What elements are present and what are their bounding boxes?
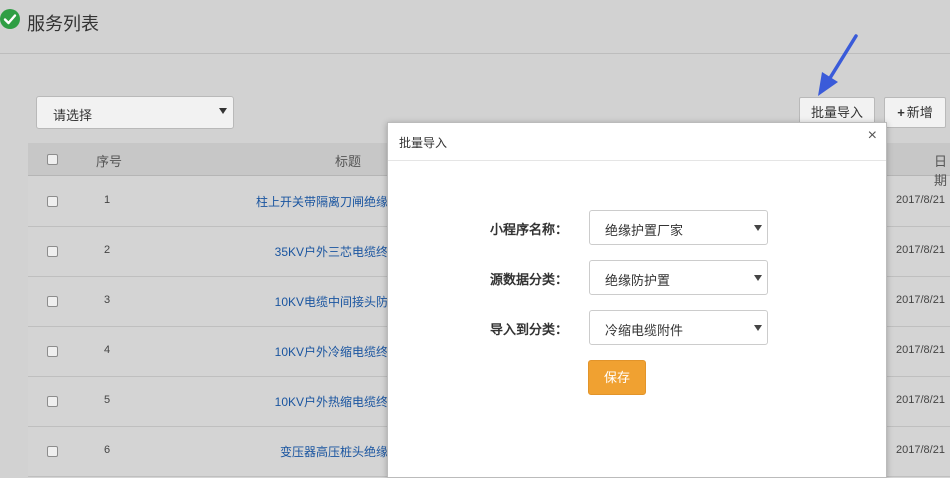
batch-import-modal: 批量导入 × 小程序名称： 绝缘护置厂家 源数据分类： 绝缘防护置 导入到分类：… [387,122,887,478]
row-no: 4 [104,344,111,356]
row-date: 2017/8/21 [896,194,945,206]
row-title-link[interactable]: 35KV户外三芯电缆终 [275,243,388,260]
row-checkbox[interactable] [47,196,58,207]
row-no: 2 [104,244,111,256]
target-category-label: 导入到分类： [489,322,568,337]
row-no: 3 [104,294,111,306]
modal-header: 批量导入 × [388,123,886,161]
row-title-link[interactable]: 10KV户外热缩电缆终 [275,393,388,410]
source-category-value: 绝缘防护置 [605,273,671,288]
row-checkbox[interactable] [47,246,58,257]
row-date: 2017/8/21 [896,294,945,306]
row-title-link[interactable]: 10KV电缆中间接头防 [275,293,388,310]
miniprogram-name-value: 绝缘护置厂家 [605,223,684,238]
caret-down-icon [754,225,762,231]
row-checkbox[interactable] [47,396,58,407]
target-category-select[interactable]: 冷缩电缆附件 [589,310,768,345]
caret-down-icon [219,108,227,114]
header-title: 标题 [335,154,362,169]
row-no: 6 [104,444,111,456]
header-no: 序号 [96,154,123,169]
filter-select-value: 请选择 [53,108,93,123]
close-icon[interactable]: × [868,127,877,145]
row-title-link[interactable]: 变压器高压桩头绝缘 [280,443,388,460]
row-checkbox[interactable] [47,296,58,307]
row-date: 2017/8/21 [896,244,945,256]
plus-icon: + [897,105,905,120]
check-circle-icon [0,9,20,29]
row-date: 2017/8/21 [896,394,945,406]
annotation-arrow-icon [818,34,858,96]
caret-down-icon [754,275,762,281]
add-button-label: 新增 [906,105,933,120]
row-no: 5 [104,394,111,406]
row-date: 2017/8/21 [896,344,945,356]
row-checkbox[interactable] [47,446,58,457]
save-button[interactable]: 保存 [588,360,646,395]
caret-down-icon [754,325,762,331]
row-checkbox[interactable] [47,346,58,357]
modal-title: 批量导入 [399,136,448,150]
source-category-select[interactable]: 绝缘防护置 [589,260,768,295]
row-no: 1 [104,194,111,206]
filter-select[interactable]: 请选择 [36,96,234,129]
select-all-checkbox[interactable] [47,154,58,165]
add-button[interactable]: + 新增 [884,97,946,128]
row-date: 2017/8/21 [896,444,945,456]
page-header: 服务列表 [0,0,950,54]
row-title-link[interactable]: 柱上开关带隔离刀闸绝缘 [256,193,388,210]
row-title-link[interactable]: 10KV户外冷缩电缆终 [275,343,388,360]
miniprogram-name-select[interactable]: 绝缘护置厂家 [589,210,768,245]
target-category-value: 冷缩电缆附件 [605,323,684,338]
miniprogram-name-label: 小程序名称： [489,222,568,237]
page-title: 服务列表 [27,14,99,34]
source-category-label: 源数据分类： [489,272,568,287]
